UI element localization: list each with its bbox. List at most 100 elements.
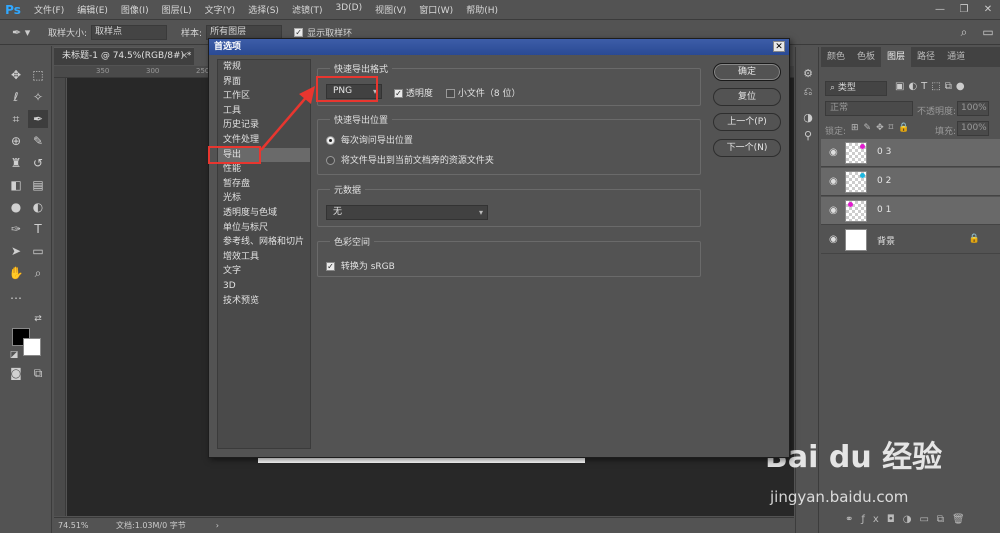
category-item[interactable]: 常规: [218, 60, 310, 75]
document-tab[interactable]: 未标题-1 @ 74.5%(RGB/8#) * ×: [54, 47, 194, 65]
tab-swatches[interactable]: 色板: [851, 47, 881, 67]
menu-layer[interactable]: 图层(L): [162, 3, 192, 16]
workspace-icon[interactable]: ▭: [976, 25, 1000, 40]
lasso-tool-icon[interactable]: ℓ: [6, 88, 26, 106]
hand-tool-icon[interactable]: ✋: [6, 264, 26, 282]
category-item[interactable]: 性能: [218, 162, 310, 177]
swap-colors-icon[interactable]: ⇄: [28, 310, 48, 328]
eyedropper-tool-icon[interactable]: ✒: [28, 110, 48, 128]
tab-layers[interactable]: 图层: [881, 47, 912, 67]
convert-srgb-option[interactable]: ✓ 转换为 sRGB: [326, 259, 395, 272]
history-brush-tool-icon[interactable]: ↺: [28, 154, 48, 172]
more-tools-icon[interactable]: …: [6, 286, 26, 304]
next-button[interactable]: 下一个(N): [713, 139, 781, 157]
adjustments-panel-icon[interactable]: ◑: [801, 111, 815, 125]
magic-wand-tool-icon[interactable]: ✧: [28, 88, 48, 106]
close-window-button[interactable]: ✕: [976, 4, 1000, 15]
menu-3d[interactable]: 3D(D): [335, 3, 362, 16]
default-colors-icon[interactable]: ◪: [4, 346, 24, 364]
search-icon[interactable]: ⌕: [952, 25, 976, 40]
menu-type[interactable]: 文字(Y): [205, 3, 236, 16]
visibility-eye-icon[interactable]: ◉: [829, 147, 838, 158]
small-file-option[interactable]: 小文件（8 位）: [446, 86, 520, 99]
zoom-tool-icon[interactable]: ⌕: [28, 264, 48, 282]
quick-mask-icon[interactable]: ◙: [6, 364, 26, 382]
gradient-tool-icon[interactable]: ▤: [28, 176, 48, 194]
ok-button[interactable]: 确定: [713, 63, 781, 81]
eyedropper-tool-icon[interactable]: ✒ ▾: [12, 26, 34, 39]
lock-icons[interactable]: ⊞✎✥⌑🔒: [851, 123, 914, 133]
visibility-eye-icon[interactable]: ◉: [829, 234, 838, 245]
visibility-eye-icon[interactable]: ◉: [829, 205, 838, 216]
show-ring-checkbox[interactable]: ✓: [294, 28, 304, 37]
layer-row[interactable]: ◉ 0 2: [821, 168, 1000, 196]
type-tool-icon[interactable]: T: [28, 220, 48, 238]
layer-row[interactable]: ◉ 背景 🔒: [821, 226, 1000, 254]
layer-actions-bar[interactable]: ⚭ƒx◘◑▭⧉🗑: [845, 514, 1000, 530]
previous-button[interactable]: 上一个(P): [713, 113, 781, 131]
menu-view[interactable]: 视图(V): [375, 3, 406, 16]
menu-image[interactable]: 图像(I): [121, 3, 149, 16]
restore-button[interactable]: ❐: [952, 4, 976, 15]
reset-button[interactable]: 复位: [713, 88, 781, 106]
screen-mode-icon[interactable]: ⧉: [28, 364, 48, 382]
visibility-eye-icon[interactable]: ◉: [829, 176, 838, 187]
category-item[interactable]: 3D: [218, 279, 310, 294]
layer-row[interactable]: ◉ 0 1: [821, 197, 1000, 225]
layer-row[interactable]: ◉ 0 3: [821, 139, 1000, 167]
fill-input[interactable]: 100%: [957, 121, 989, 136]
minimize-button[interactable]: —: [928, 4, 952, 15]
convert-srgb-checkbox[interactable]: ✓: [326, 262, 335, 271]
move-tool-icon[interactable]: ✥: [6, 66, 26, 84]
small-file-checkbox[interactable]: [446, 89, 455, 98]
status-menu-arrow-icon[interactable]: ›: [216, 521, 219, 530]
layer-filter-icons[interactable]: ▣◐T⬚⧉●: [895, 81, 995, 96]
healing-brush-tool-icon[interactable]: ⊕: [6, 132, 26, 150]
clone-stamp-tool-icon[interactable]: ♜: [6, 154, 26, 172]
blend-mode-select[interactable]: 正常: [825, 101, 913, 116]
ask-location-radio[interactable]: [326, 136, 335, 145]
blur-tool-icon[interactable]: ●: [6, 198, 26, 216]
brush-tool-icon[interactable]: ✎: [28, 132, 48, 150]
assets-folder-radio[interactable]: [326, 156, 335, 165]
menu-window[interactable]: 窗口(W): [419, 3, 453, 16]
metadata-select[interactable]: 无 ▾: [326, 205, 488, 220]
close-tab-icon[interactable]: ×: [180, 48, 188, 65]
opacity-input[interactable]: 100%: [957, 101, 989, 116]
menu-filter[interactable]: 滤镜(T): [292, 3, 323, 16]
transparency-option[interactable]: ✓ 透明度: [394, 86, 433, 99]
assets-folder-option[interactable]: 将文件导出到当前文档旁的资源文件夹: [326, 153, 494, 166]
eraser-tool-icon[interactable]: ◧: [6, 176, 26, 194]
pen-tool-icon[interactable]: ✑: [6, 220, 26, 238]
tab-paths[interactable]: 路径: [911, 47, 941, 67]
history-panel-icon[interactable]: ⎌: [801, 85, 815, 99]
menu-select[interactable]: 选择(S): [248, 3, 279, 16]
path-selection-tool-icon[interactable]: ➤: [6, 242, 26, 260]
category-item[interactable]: 文字: [218, 264, 310, 279]
layer-filter-select[interactable]: ⌕ 类型: [825, 81, 887, 96]
transparency-checkbox[interactable]: ✓: [394, 89, 403, 98]
sample-size-select[interactable]: 取样点: [91, 25, 168, 40]
marquee-tool-icon[interactable]: ⬚: [28, 66, 48, 84]
dodge-tool-icon[interactable]: ◐: [28, 198, 48, 216]
category-item[interactable]: 光标: [218, 191, 310, 206]
menu-edit[interactable]: 编辑(E): [77, 3, 108, 16]
tab-color[interactable]: 颜色: [821, 47, 851, 67]
styles-panel-icon[interactable]: ⚲: [801, 129, 815, 143]
menu-file[interactable]: 文件(F): [34, 3, 64, 16]
category-item[interactable]: 单位与标尺: [218, 221, 310, 236]
tab-channels[interactable]: 通道: [941, 47, 971, 67]
dialog-close-button[interactable]: ✕: [773, 41, 785, 52]
background-color-swatch[interactable]: [23, 338, 41, 356]
category-item[interactable]: 技术预览: [218, 294, 310, 309]
menu-help[interactable]: 帮助(H): [466, 3, 498, 16]
category-item[interactable]: 增效工具: [218, 250, 310, 265]
rectangle-tool-icon[interactable]: ▭: [28, 242, 48, 260]
ask-location-option[interactable]: 每次询问导出位置: [326, 133, 413, 146]
category-item[interactable]: 透明度与色域: [218, 206, 310, 221]
category-item[interactable]: 参考线、网格和切片: [218, 235, 310, 250]
category-item[interactable]: 暂存盘: [218, 177, 310, 192]
properties-panel-icon[interactable]: ⚙: [801, 67, 815, 81]
crop-tool-icon[interactable]: ⌗: [6, 110, 26, 128]
zoom-level[interactable]: 74.51%: [58, 521, 106, 530]
